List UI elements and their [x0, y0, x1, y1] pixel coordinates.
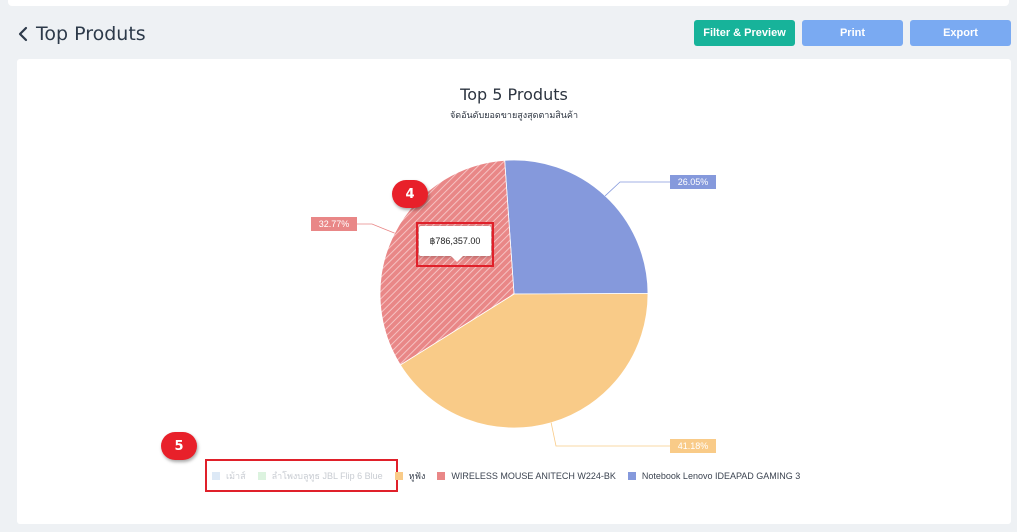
slice-data-label: 41.18%: [670, 439, 716, 453]
legend-item[interactable]: Notebook Lenovo IDEAPAD GAMING 3: [627, 471, 801, 481]
highlight-box-tooltip: [416, 222, 494, 267]
annotation-marker-5: 5: [161, 432, 197, 460]
leader-line: [604, 181, 670, 197]
pie-slice[interactable]: [504, 159, 649, 295]
legend-label: ลำโพงบลูทูธ JBL Flip 6 Blue: [271, 471, 383, 481]
legend-label: Notebook Lenovo IDEAPAD GAMING 3: [641, 471, 801, 481]
legend-item[interactable]: หูฟัง: [394, 469, 426, 483]
slice-data-label: 26.05%: [670, 175, 716, 189]
legend-swatch: [437, 472, 446, 480]
legend-swatch: [394, 472, 403, 480]
legend-swatch: [627, 472, 636, 480]
legend-label: WIRELESS MOUSE ANITECH W224-BK: [451, 471, 616, 481]
legend-item[interactable]: WIRELESS MOUSE ANITECH W224-BK: [437, 471, 616, 481]
legend-item[interactable]: เม้าส์: [212, 469, 246, 483]
chart-legend: เม้าส์ ลำโพงบลูทูธ JBL Flip 6 Blue หูฟัง WI…: [212, 468, 812, 484]
annotation-marker-4: 4: [392, 180, 428, 208]
legend-swatch: [212, 472, 220, 480]
legend-label: เม้าส์: [226, 471, 246, 481]
slice-data-label: 32.77%: [311, 217, 357, 231]
leader-line: [357, 223, 395, 234]
pie-chart: [357, 159, 670, 447]
leader-line: [550, 422, 670, 447]
legend-swatch: [257, 472, 266, 480]
legend-item[interactable]: ลำโพงบลูทูธ JBL Flip 6 Blue: [257, 469, 383, 483]
legend-label: หูฟัง: [408, 471, 426, 481]
